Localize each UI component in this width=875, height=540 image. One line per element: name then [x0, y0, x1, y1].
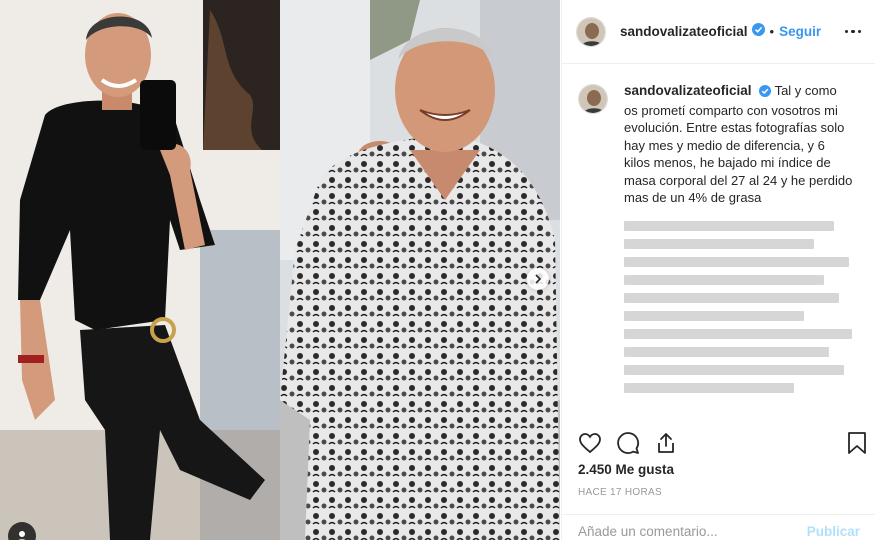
like-count[interactable]: 2.450 Me gusta — [578, 462, 674, 477]
post-actions — [578, 428, 868, 458]
next-photo-button[interactable] — [527, 268, 549, 290]
follow-button[interactable]: Seguir — [779, 24, 821, 39]
avatar-image — [579, 85, 607, 113]
post-side-panel: sandovalizateoficial • Seguir sandovaliz… — [561, 0, 875, 540]
comment-icon[interactable] — [616, 431, 640, 455]
caption-body: sandovalizateoficial Tal y como os prome… — [624, 82, 854, 417]
before-photo — [0, 0, 280, 540]
chevron-right-icon — [535, 274, 542, 284]
share-icon[interactable] — [654, 431, 678, 455]
after-photo-illustration — [280, 0, 560, 540]
bookmark-icon[interactable] — [846, 431, 868, 455]
caption-avatar[interactable] — [578, 84, 608, 114]
avatar-image — [577, 17, 605, 46]
verified-badge-icon — [759, 84, 772, 102]
post-timestamp[interactable]: HACE 17 HORAS — [578, 487, 662, 498]
post-header: sandovalizateoficial • Seguir — [562, 0, 875, 64]
comment-bar: Publicar — [562, 514, 875, 540]
after-photo — [280, 0, 560, 540]
comment-input[interactable] — [578, 524, 807, 539]
post-caption: sandovalizateoficial Tal y como os prome… — [562, 64, 875, 417]
heart-icon[interactable] — [578, 431, 602, 455]
post-media[interactable] — [0, 0, 560, 540]
avatar[interactable] — [576, 16, 606, 47]
blurred-caption-continuation — [624, 217, 856, 417]
verified-badge-icon — [751, 22, 765, 41]
before-photo-illustration — [0, 0, 280, 540]
more-options-icon[interactable] — [844, 29, 861, 34]
separator-dot: • — [769, 24, 775, 39]
publish-button[interactable]: Publicar — [807, 524, 860, 539]
username[interactable]: sandovalizateoficial — [620, 24, 748, 39]
user-tag-icon — [18, 531, 26, 540]
caption-username[interactable]: sandovalizateoficial — [624, 83, 752, 98]
caption-text: Tal y como os prometí comparto con vosot… — [624, 83, 853, 205]
